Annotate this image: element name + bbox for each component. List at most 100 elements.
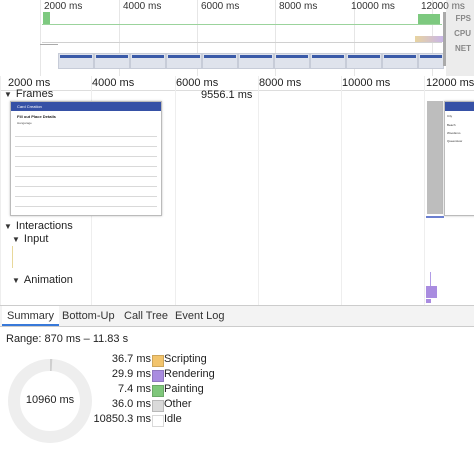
summary-range: Range: 870 ms – 11.83 s	[6, 333, 129, 345]
legend-swatch	[152, 355, 164, 367]
frame-header: Card Creation	[11, 102, 161, 111]
frame-marker	[426, 216, 444, 218]
summary-legend: 36.7 ms Scripting 29.9 ms Rendering 7.4 …	[0, 353, 474, 433]
screenshot-thumb	[238, 53, 274, 69]
fps-label: FPS	[455, 14, 471, 23]
ruler-tick-label: 6000 ms	[176, 77, 219, 89]
overview-tick-label: 2000 ms	[44, 1, 83, 12]
animation-track-toggle[interactable]: ▼ Animation	[12, 274, 73, 286]
ruler-tick-label: 8000 ms	[259, 77, 302, 89]
frame-field: City	[447, 114, 453, 118]
expand-triangle-icon: ▼	[4, 222, 12, 231]
fps-bar	[43, 12, 50, 24]
ruler-gridline	[341, 76, 342, 306]
frame-field: Beach	[447, 123, 456, 127]
net-label: NET	[455, 44, 471, 53]
frame-gap-block	[427, 101, 443, 214]
form-line	[15, 186, 157, 187]
form-line	[15, 196, 157, 197]
legend-row: 7.4 ms Painting	[0, 383, 474, 398]
frame-field: Woodsmo	[447, 131, 461, 135]
legend-swatch	[152, 370, 164, 382]
screenshot-thumb	[346, 53, 382, 69]
screenshot-thumb	[310, 53, 346, 69]
interactions-track-toggle[interactable]: ▼ Interactions	[4, 220, 73, 232]
input-track-label: Input	[23, 233, 49, 245]
input-track-toggle[interactable]: ▼ Input	[12, 233, 48, 245]
frames-track-toggle[interactable]: ▼ Frames	[4, 88, 53, 100]
legend-row: 10850.3 ms Idle	[0, 413, 474, 428]
frame-duration: 9556.1 ms	[201, 89, 253, 101]
screenshot-thumb	[382, 53, 418, 69]
form-line	[15, 176, 157, 177]
frame-field: Hangarage	[17, 121, 32, 125]
input-event-mark	[12, 246, 13, 268]
form-line	[15, 146, 157, 147]
expand-triangle-icon: ▼	[12, 235, 20, 244]
screenshot-thumb	[418, 53, 444, 69]
animation-bar[interactable]	[426, 299, 431, 303]
legend-row: 29.9 ms Rendering	[0, 368, 474, 383]
fps-bar	[418, 14, 440, 24]
timeline-overview[interactable]: 2000 ms 4000 ms 6000 ms 8000 ms 10000 ms…	[0, 0, 474, 77]
screenshot-thumb	[166, 53, 202, 69]
ruler-gridline	[175, 76, 176, 306]
ruler-tick-label: 10000 ms	[342, 77, 391, 89]
ruler-gridline	[424, 76, 425, 306]
fps-baseline	[42, 24, 442, 25]
screenshot-thumb	[130, 53, 166, 69]
tab-call-tree[interactable]: Call Tree	[119, 306, 173, 326]
legend-swatch	[152, 385, 164, 397]
ruler-gridline	[258, 76, 259, 306]
overview-tick-label: 8000 ms	[279, 1, 318, 12]
legend-label: Idle	[164, 413, 182, 425]
legend-value: 7.4 ms	[117, 383, 151, 395]
overview-tick-label: 6000 ms	[201, 1, 240, 12]
interactions-track-label: Interactions	[15, 220, 73, 232]
animation-track-label: Animation	[23, 274, 73, 286]
legend-value: 36.7 ms	[111, 353, 151, 365]
legend-label: Painting	[164, 383, 204, 395]
frame-screenshot[interactable]: Card Creation Fill out Place Details Han…	[10, 101, 162, 216]
overview-gridline	[40, 0, 41, 76]
ruler-gridline	[0, 76, 1, 306]
animation-bar[interactable]	[426, 286, 437, 298]
legend-swatch	[152, 400, 164, 412]
cpu-baseline	[42, 42, 442, 43]
ruler-tick-label: 4000 ms	[92, 77, 135, 89]
frame-screenshot[interactable]: City Beach Woodsmo Queenstow	[444, 101, 474, 216]
screenshot-thumb	[58, 53, 94, 69]
selection-overlay[interactable]	[446, 0, 474, 76]
selection-handle[interactable]	[443, 12, 446, 66]
overview-tick-label: 10000 ms	[351, 1, 395, 12]
expand-triangle-icon: ▼	[12, 276, 20, 285]
details-tabbar: Summary Bottom-Up Call Tree Event Log	[0, 305, 474, 327]
tab-summary[interactable]: Summary	[2, 306, 60, 326]
legend-swatch	[152, 415, 164, 427]
legend-row: 36.7 ms Scripting	[0, 353, 474, 368]
frame-field: Queenstow	[447, 139, 463, 143]
tab-bottom-up[interactable]: Bottom-Up	[57, 306, 120, 326]
overview-tick-label: 4000 ms	[123, 1, 162, 12]
frames-track-label: Frames	[15, 88, 54, 100]
legend-value: 29.9 ms	[111, 368, 151, 380]
animation-mark	[430, 272, 431, 286]
legend-value: 36.0 ms	[111, 398, 151, 410]
screenshot-thumb	[202, 53, 238, 69]
legend-value: 10850.3 ms	[93, 413, 151, 425]
legend-label: Other	[164, 398, 192, 410]
legend-label: Scripting	[164, 353, 207, 365]
expand-triangle-icon: ▼	[4, 90, 12, 99]
legend-row: 36.0 ms Other	[0, 398, 474, 413]
legend-label: Rendering	[164, 368, 215, 380]
network-bar	[40, 44, 58, 45]
tab-event-log[interactable]: Event Log	[170, 306, 230, 326]
form-line	[15, 206, 157, 207]
screenshot-thumb	[274, 53, 310, 69]
form-line	[15, 156, 157, 157]
form-line	[15, 136, 157, 137]
form-line	[15, 166, 157, 167]
frame-header	[445, 102, 474, 111]
ruler-tick-label: 12000 ms	[426, 77, 474, 89]
cpu-label: CPU	[454, 29, 471, 38]
